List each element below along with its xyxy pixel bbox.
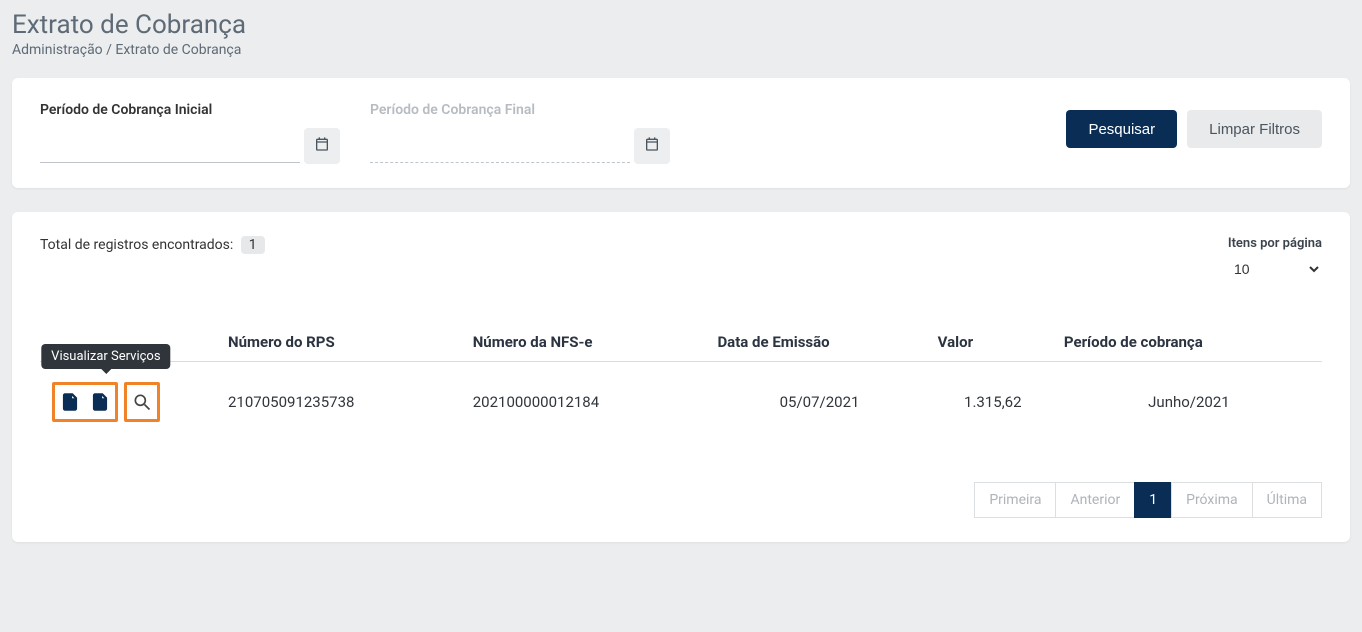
total-records-label: Total de registros encontrados: bbox=[40, 237, 233, 253]
cell-valor: 1.315,62 bbox=[930, 362, 1056, 443]
page-prev[interactable]: Anterior bbox=[1055, 482, 1135, 518]
tooltip-visualizar: Visualizar Serviços bbox=[41, 344, 170, 369]
label-periodo-final: Período de Cobrança Final bbox=[370, 102, 670, 118]
calendar-icon bbox=[644, 136, 660, 156]
input-periodo-final[interactable] bbox=[370, 129, 630, 163]
col-header-nfse: Número da NFS-e bbox=[465, 323, 710, 362]
cell-data: 05/07/2021 bbox=[709, 362, 929, 443]
calendar-button-final[interactable] bbox=[634, 128, 670, 164]
col-header-valor: Valor bbox=[930, 323, 1056, 362]
items-per-page: Itens por página 10 bbox=[1228, 236, 1322, 283]
page-title: Extrato de Cobrança bbox=[12, 10, 1350, 40]
table-row: Visualizar Serviços bbox=[40, 362, 1322, 443]
total-records-line: Total de registros encontrados: 1 bbox=[40, 236, 265, 254]
pdf-icon[interactable] bbox=[59, 391, 81, 413]
col-header-data: Data de Emissão bbox=[709, 323, 929, 362]
cell-periodo: Junho/2021 bbox=[1056, 362, 1322, 443]
results-table: Número do RPS Número da NFS-e Data de Em… bbox=[40, 323, 1322, 442]
page-last[interactable]: Última bbox=[1252, 482, 1322, 518]
search-button[interactable]: Pesquisar bbox=[1066, 110, 1177, 148]
total-records-count: 1 bbox=[241, 236, 265, 254]
results-panel: Total de registros encontrados: 1 Itens … bbox=[12, 212, 1350, 542]
label-periodo-inicial: Período de Cobrança Inicial bbox=[40, 102, 340, 118]
calendar-icon bbox=[314, 136, 330, 156]
pagination: Primeira Anterior 1 Próxima Última bbox=[40, 482, 1322, 518]
magnifier-icon[interactable] bbox=[131, 391, 153, 413]
filter-panel: Período de Cobrança Inicial Período de C… bbox=[12, 78, 1350, 188]
page-first[interactable]: Primeira bbox=[974, 482, 1056, 518]
calendar-button-inicial[interactable] bbox=[304, 128, 340, 164]
input-periodo-inicial[interactable] bbox=[40, 129, 300, 163]
page-current[interactable]: 1 bbox=[1134, 482, 1172, 518]
clear-filters-button[interactable]: Limpar Filtros bbox=[1187, 110, 1322, 148]
cell-nfse: 202100000012184 bbox=[465, 362, 710, 443]
items-per-page-label: Itens por página bbox=[1228, 236, 1322, 251]
xml-icon[interactable] bbox=[89, 391, 111, 413]
cell-rps: 210705091235738 bbox=[220, 362, 465, 443]
breadcrumb: Administração / Extrato de Cobrança bbox=[12, 42, 1350, 58]
field-periodo-final: Período de Cobrança Final bbox=[370, 102, 670, 164]
col-header-rps: Número do RPS bbox=[220, 323, 465, 362]
items-per-page-select[interactable]: 10 bbox=[1230, 255, 1322, 283]
field-periodo-inicial: Período de Cobrança Inicial bbox=[40, 102, 340, 164]
col-header-periodo: Período de cobrança bbox=[1056, 323, 1322, 362]
page-next[interactable]: Próxima bbox=[1171, 482, 1253, 518]
